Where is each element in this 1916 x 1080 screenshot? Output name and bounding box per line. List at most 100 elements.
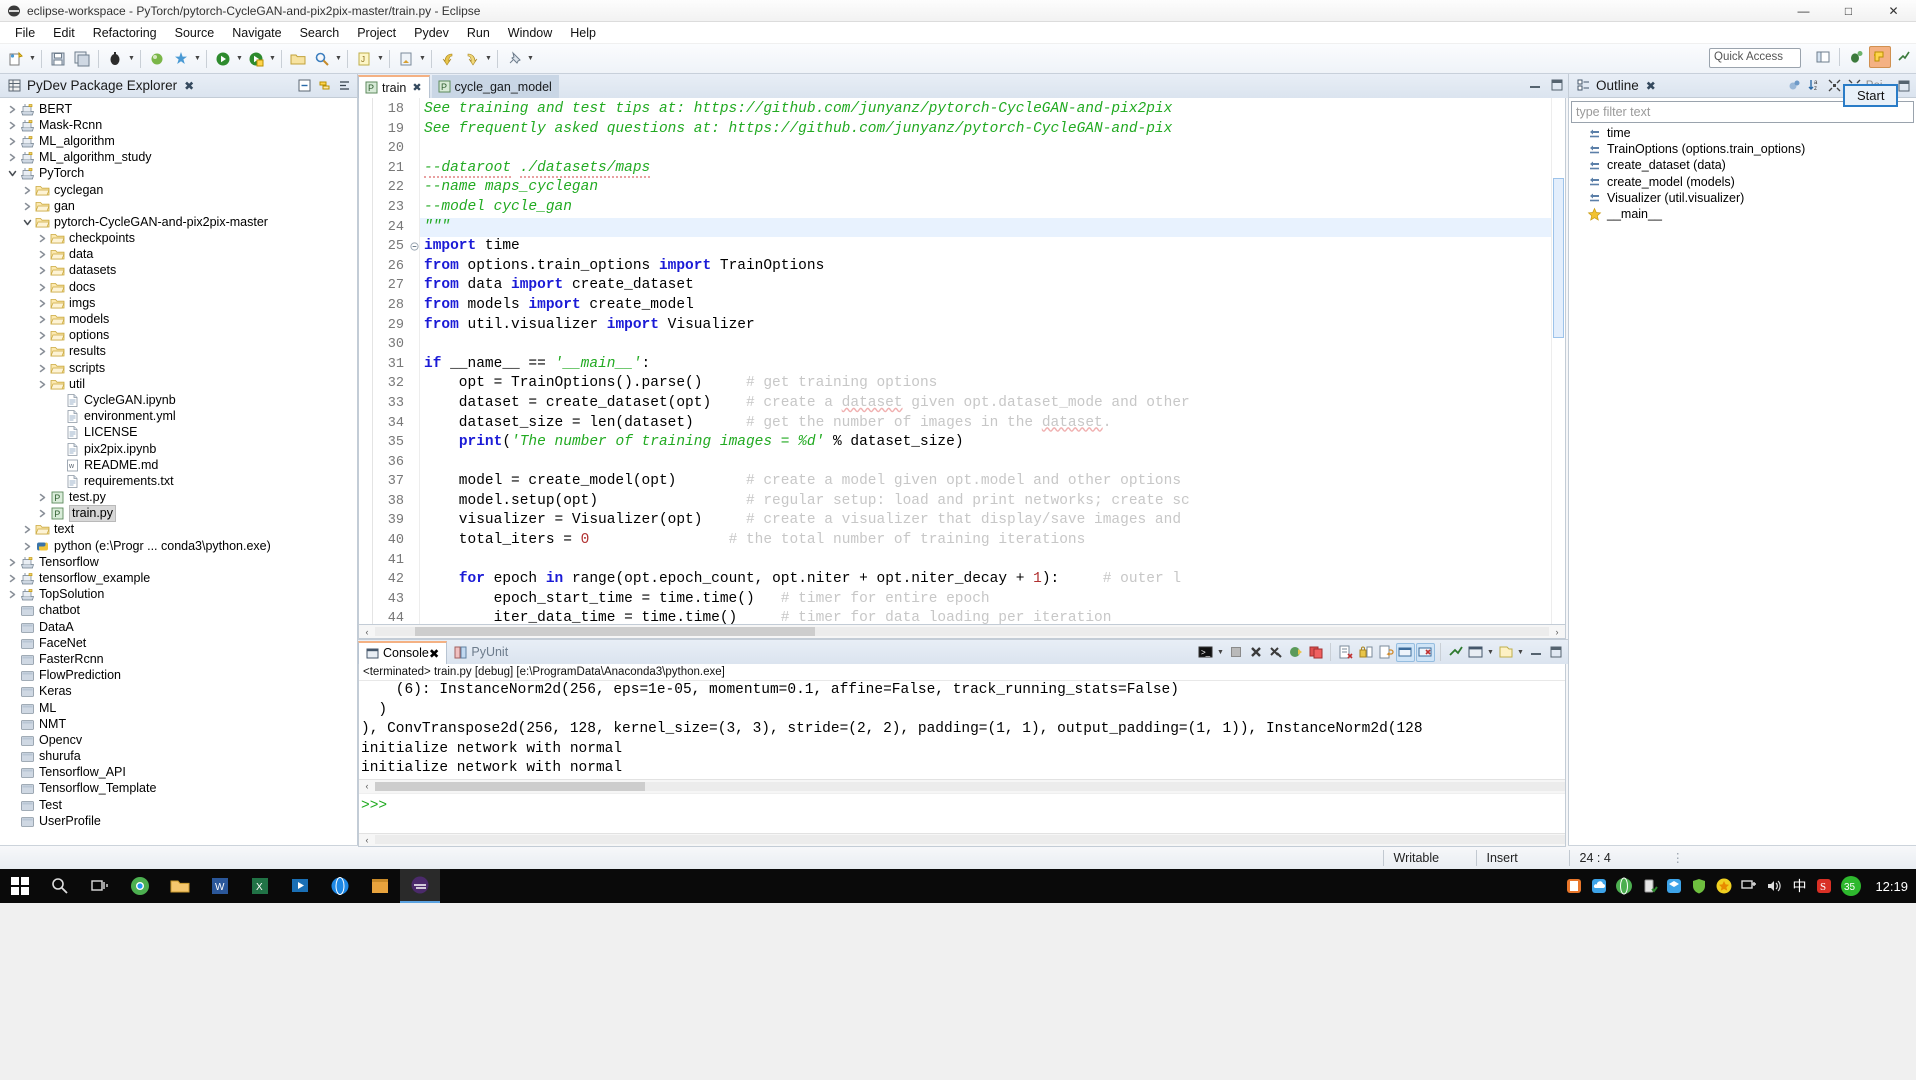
code-line[interactable]	[420, 335, 1565, 355]
taskbar-clock[interactable]: 12:19	[1875, 879, 1908, 894]
chevron-right-icon[interactable]	[37, 492, 48, 503]
forward-icon[interactable]	[461, 48, 483, 70]
menu-source[interactable]: Source	[166, 24, 224, 42]
console-prompt[interactable]: >>>	[359, 792, 1565, 833]
code-line[interactable]: from data import create_dataset	[420, 276, 1565, 296]
view-menu-icon[interactable]	[1496, 643, 1515, 662]
code-line[interactable]: import time	[420, 237, 1565, 257]
package-tray-icon[interactable]	[1665, 877, 1683, 895]
back-icon[interactable]	[437, 48, 459, 70]
remove-launch-icon[interactable]	[1246, 643, 1265, 662]
scrollbar-thumb[interactable]	[415, 627, 815, 636]
cloud-tray-icon[interactable]	[1590, 877, 1608, 895]
code-line[interactable]: --dataroot ./datasets/maps	[420, 159, 1565, 179]
tree-item[interactable]: FlowPrediction	[0, 668, 357, 684]
tree-item[interactable]: Ptrain.py	[0, 505, 357, 523]
outline-item[interactable]: TrainOptions (options.train_options)	[1569, 141, 1916, 157]
tree-item[interactable]: TopSolution	[0, 587, 357, 603]
scrollbar-thumb[interactable]	[1553, 178, 1564, 338]
tree-item[interactable]: Mask-Rcnn	[0, 117, 357, 133]
profile-icon[interactable]	[170, 48, 192, 70]
chevron-down-icon[interactable]	[22, 217, 33, 228]
word-wrap-icon[interactable]	[1376, 643, 1395, 662]
antivirus-tray-icon[interactable]	[1715, 877, 1733, 895]
tree-item[interactable]: LICENSE	[0, 425, 357, 441]
tree-item[interactable]: w README.md	[0, 457, 357, 473]
tree-item[interactable]: PyTorch	[0, 166, 357, 182]
code-line[interactable]: from options.train_options import TrainO…	[420, 257, 1565, 277]
chevron-right-icon[interactable]	[37, 379, 48, 390]
code-line[interactable]: """	[420, 217, 1565, 238]
menu-navigate[interactable]: Navigate	[223, 24, 290, 42]
scroll-left-icon[interactable]: ‹	[359, 781, 375, 791]
code-line[interactable]: epoch_start_time = time.time() # timer f…	[420, 590, 1565, 610]
fold-marker-icon[interactable]	[409, 237, 419, 257]
scroll-track[interactable]	[375, 781, 1565, 791]
code-line[interactable]: opt = TrainOptions().parse() # get train…	[420, 374, 1565, 394]
code-line[interactable]: dataset_size = len(dataset) # get the nu…	[420, 414, 1565, 434]
chevron-right-icon[interactable]	[37, 346, 48, 357]
code-line[interactable]: from util.visualizer import Visualizer	[420, 316, 1565, 336]
editor-horizontal-scrollbar[interactable]: ‹ ›	[358, 625, 1566, 639]
close-icon[interactable]: ✖	[184, 79, 194, 93]
code-line[interactable]: print('The number of training images = %…	[420, 433, 1565, 453]
chevron-right-icon[interactable]	[7, 152, 18, 163]
chevron-right-icon[interactable]	[37, 508, 48, 519]
tree-item[interactable]: NMT	[0, 716, 357, 732]
chevron-right-icon[interactable]	[22, 524, 33, 535]
tree-item[interactable]: scripts	[0, 360, 357, 376]
menu-refactoring[interactable]: Refactoring	[84, 24, 166, 42]
tree-item[interactable]: gan	[0, 198, 357, 214]
code-editor[interactable]: 18 19 20 21 22 23 24 25 26 27 28 29 30 31 32 33 34 35 36 37…	[358, 98, 1566, 625]
next-annotation-icon[interactable]	[395, 48, 417, 70]
tree-item[interactable]: CycleGAN.ipynb	[0, 392, 357, 408]
scroll-track[interactable]	[375, 835, 1565, 845]
folder-explorer-icon[interactable]	[160, 869, 200, 903]
run-dropdown-icon[interactable]: ▼	[235, 48, 244, 70]
editor-vertical-scrollbar[interactable]	[1551, 98, 1565, 624]
code-text[interactable]: See training and test tips at: https://g…	[420, 98, 1565, 624]
console-bottom-scrollbar[interactable]: ‹	[359, 832, 1565, 846]
tree-item[interactable]: ML	[0, 700, 357, 716]
security-shield-tray-icon[interactable]	[1690, 877, 1708, 895]
maximize-editor-icon[interactable]	[1550, 78, 1564, 95]
pin-editor-dropdown-icon[interactable]: ▼	[526, 48, 535, 70]
chevron-right-icon[interactable]	[22, 185, 33, 196]
code-line[interactable]: See frequently asked questions at: https…	[420, 120, 1565, 140]
code-line[interactable]: See training and test tips at: https://g…	[420, 100, 1565, 120]
scroll-lock-icon[interactable]	[1356, 643, 1375, 662]
tree-item[interactable]: Keras	[0, 684, 357, 700]
scroll-left-icon[interactable]: ‹	[359, 835, 375, 845]
scroll-left-icon[interactable]: ‹	[359, 627, 375, 637]
tree-item[interactable]: chatbot	[0, 603, 357, 619]
menu-project[interactable]: Project	[348, 24, 405, 42]
display-selected-console-icon[interactable]: >_	[1196, 643, 1215, 662]
tree-item[interactable]: shurufa	[0, 749, 357, 765]
menu-edit[interactable]: Edit	[44, 24, 84, 42]
tree-item[interactable]: datasets	[0, 263, 357, 279]
tree-item[interactable]: requirements.txt	[0, 473, 357, 489]
editor-tab-train[interactable]: P train ✖	[358, 75, 430, 98]
tree-item[interactable]: ML_algorithm_study	[0, 150, 357, 166]
coverage-icon[interactable]	[146, 48, 168, 70]
tree-item[interactable]: ML_algorithm	[0, 133, 357, 149]
tree-item[interactable]: UserProfile	[0, 813, 357, 829]
open-perspective-icon[interactable]	[1812, 46, 1834, 68]
volume-tray-icon[interactable]	[1765, 877, 1783, 895]
file-manager-icon[interactable]	[360, 869, 400, 903]
run-as-icon[interactable]	[245, 48, 267, 70]
close-icon[interactable]: ✖	[1646, 79, 1656, 93]
tree-item[interactable]: Tensorflow	[0, 554, 357, 570]
tree-item[interactable]: Opencv	[0, 732, 357, 748]
sogou-tray-icon[interactable]: S	[1815, 877, 1833, 895]
minimize-editor-icon[interactable]	[1528, 78, 1542, 95]
close-button[interactable]: ✕	[1871, 0, 1916, 22]
save-icon[interactable]	[47, 48, 69, 70]
open-console-menu-icon[interactable]	[1466, 643, 1485, 662]
scrollbar-thumb[interactable]	[375, 781, 645, 791]
menu-run[interactable]: Run	[458, 24, 499, 42]
tree-item[interactable]: BERT	[0, 101, 357, 117]
maximize-console-icon[interactable]	[1546, 643, 1565, 662]
search-dropdown-icon[interactable]: ▼	[334, 48, 343, 70]
code-line[interactable]: from models import create_model	[420, 296, 1565, 316]
